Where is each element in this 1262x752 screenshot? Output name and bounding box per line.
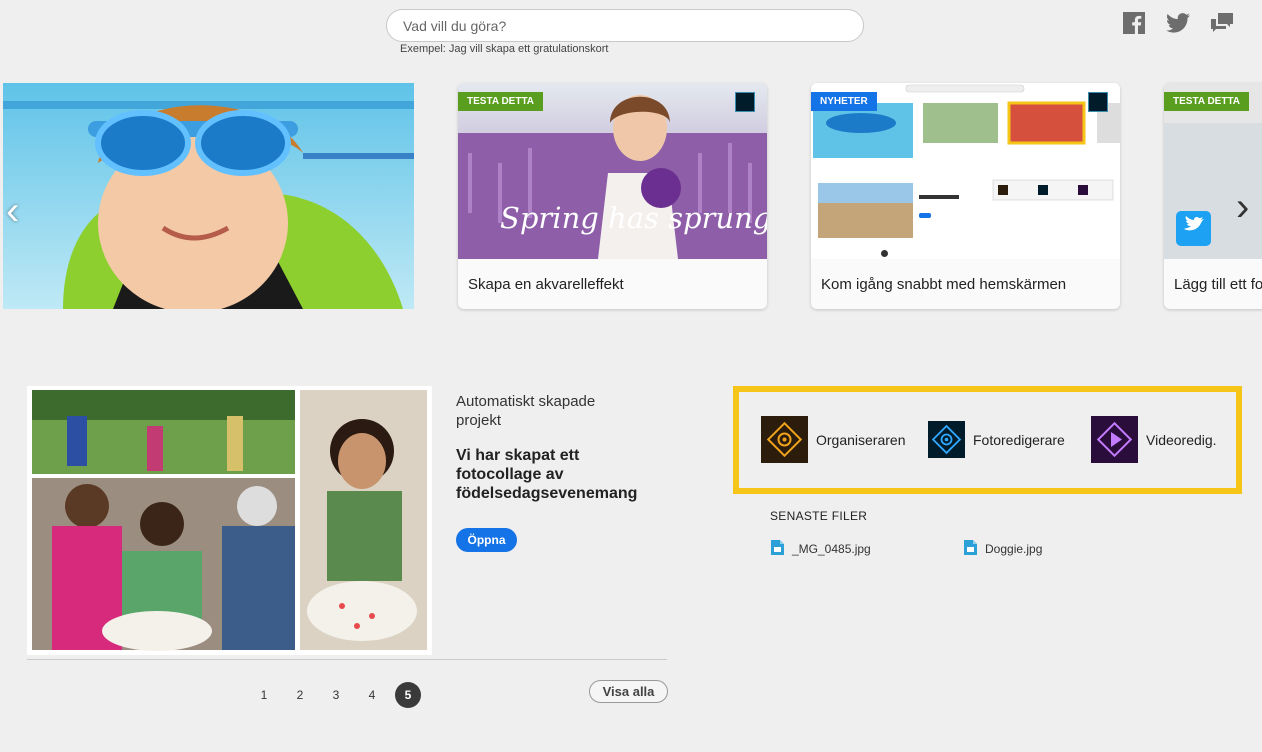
card-thumbnail: TESTA DETTA — [1164, 83, 1262, 259]
facebook-icon[interactable] — [1121, 10, 1147, 36]
card-overlay-text: Spring has sprung! — [500, 201, 767, 235]
recent-files-heading: SENASTE FILER — [770, 509, 868, 523]
photo-editor-icon — [1088, 92, 1108, 112]
card-badge: TESTA DETTA — [458, 92, 544, 111]
open-button[interactable]: Öppna — [456, 528, 517, 552]
file-name: Doggie.jpg — [985, 542, 1043, 556]
project-collage[interactable] — [27, 386, 432, 655]
project-title: Vi har skapat ett fotocollage av födelse… — [456, 447, 638, 502]
divider — [27, 659, 667, 660]
page-1[interactable]: 1 — [251, 682, 277, 708]
recent-file[interactable]: _MG_0485.jpg — [770, 539, 871, 559]
photo-editor-label: Fotoredigerare — [973, 431, 1065, 448]
hero-image[interactable]: ‹ — [3, 83, 414, 309]
chevron-right-icon[interactable]: › — [1236, 187, 1249, 227]
photo-editor-button[interactable]: Fotoredigerare — [928, 416, 1065, 463]
feedback-icon[interactable] — [1209, 10, 1235, 36]
carousel-card[interactable]: NYHETER Kom igång snabbt med hemskärmen — [811, 83, 1120, 309]
card-badge: TESTA DETTA — [1164, 92, 1250, 111]
twitter-icon[interactable] — [1165, 10, 1191, 36]
page-2[interactable]: 2 — [287, 682, 313, 708]
search-hint: Exempel: Jag vill skapa ett gratulations… — [400, 43, 609, 55]
card-title: Lägg till ett fo — [1174, 276, 1262, 293]
card-badge: NYHETER — [811, 92, 877, 111]
project-subtitle: Automatiskt skapade projekt — [456, 393, 596, 429]
photo-editor-icon — [928, 421, 965, 458]
image-file-icon — [770, 539, 786, 559]
card-thumbnail: TESTA DETTA Spring has sprung! — [458, 83, 767, 259]
organizer-icon — [761, 416, 808, 463]
video-editor-label: Videoredig. — [1146, 431, 1217, 448]
video-editor-icon — [1091, 416, 1138, 463]
page-4[interactable]: 4 — [359, 682, 385, 708]
card-title: Kom igång snabbt med hemskärmen — [821, 276, 1067, 293]
card-thumbnail: NYHETER — [811, 83, 1120, 259]
chevron-left-icon[interactable]: ‹ — [6, 191, 19, 231]
page-3[interactable]: 3 — [323, 682, 349, 708]
card-title: Skapa en akvarelleffekt — [468, 276, 624, 293]
app-launcher: Organiseraren Fotoredigerare Videoredig. — [733, 386, 1242, 494]
page-5[interactable]: 5 — [395, 682, 421, 708]
organizer-label: Organiseraren — [816, 431, 906, 448]
video-editor-button[interactable]: Videoredig. — [1091, 416, 1217, 463]
view-all-button[interactable]: Visa alla — [589, 680, 668, 703]
recent-file[interactable]: Doggie.jpg — [963, 539, 1042, 559]
search-box[interactable] — [386, 9, 864, 42]
photo-editor-icon — [735, 92, 755, 112]
image-file-icon — [963, 539, 979, 559]
file-name: _MG_0485.jpg — [792, 542, 871, 556]
organizer-button[interactable]: Organiseraren — [761, 416, 906, 463]
carousel-card[interactable]: TESTA DETTA Spring has sprung! Skapa en … — [458, 83, 767, 309]
search-input[interactable] — [387, 10, 863, 41]
